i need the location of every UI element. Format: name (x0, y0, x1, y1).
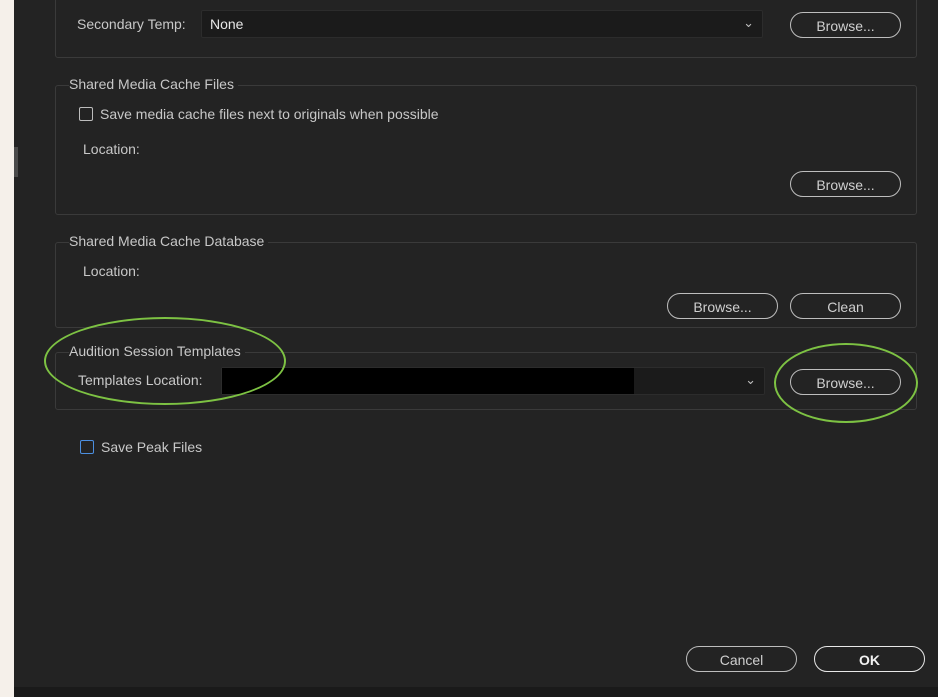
secondary-temp-value: None (210, 16, 244, 32)
audition-session-templates-title: Audition Session Templates (69, 343, 245, 359)
templates-browse-button[interactable]: Browse... (790, 369, 901, 395)
clean-button[interactable]: Clean (790, 293, 901, 319)
secondary-temp-label: Secondary Temp: (77, 16, 186, 32)
save-next-to-originals-label: Save media cache files next to originals… (100, 106, 439, 122)
chevron-down-icon: ⌄ (743, 15, 754, 30)
save-next-to-originals-checkbox[interactable] (79, 107, 93, 121)
templates-location-label: Templates Location: (78, 372, 203, 388)
shared-media-cache-database-title: Shared Media Cache Database (69, 233, 269, 249)
secondary-temp-select[interactable]: None ⌄ (201, 10, 763, 38)
redacted-path (222, 368, 634, 394)
cache-files-browse-button[interactable]: Browse... (790, 171, 901, 197)
ok-button[interactable]: OK (814, 646, 925, 672)
templates-location-select[interactable]: ⌄ (221, 367, 765, 395)
shared-media-cache-files-group (55, 85, 917, 215)
chevron-down-icon: ⌄ (745, 372, 756, 387)
scroll-indicator (14, 147, 18, 177)
secondary-temp-browse-button[interactable]: Browse... (790, 12, 901, 38)
cache-database-location-label: Location: (83, 263, 140, 279)
save-peak-files-label: Save Peak Files (101, 439, 203, 455)
cancel-button[interactable]: Cancel (686, 646, 797, 672)
cache-files-location-label: Location: (83, 141, 140, 157)
cache-database-browse-button[interactable]: Browse... (667, 293, 778, 319)
shared-media-cache-database-group (55, 242, 917, 328)
save-peak-files-checkbox[interactable] (80, 440, 94, 454)
dialog-bottom-edge (14, 687, 938, 697)
shared-media-cache-files-title: Shared Media Cache Files (69, 76, 238, 92)
